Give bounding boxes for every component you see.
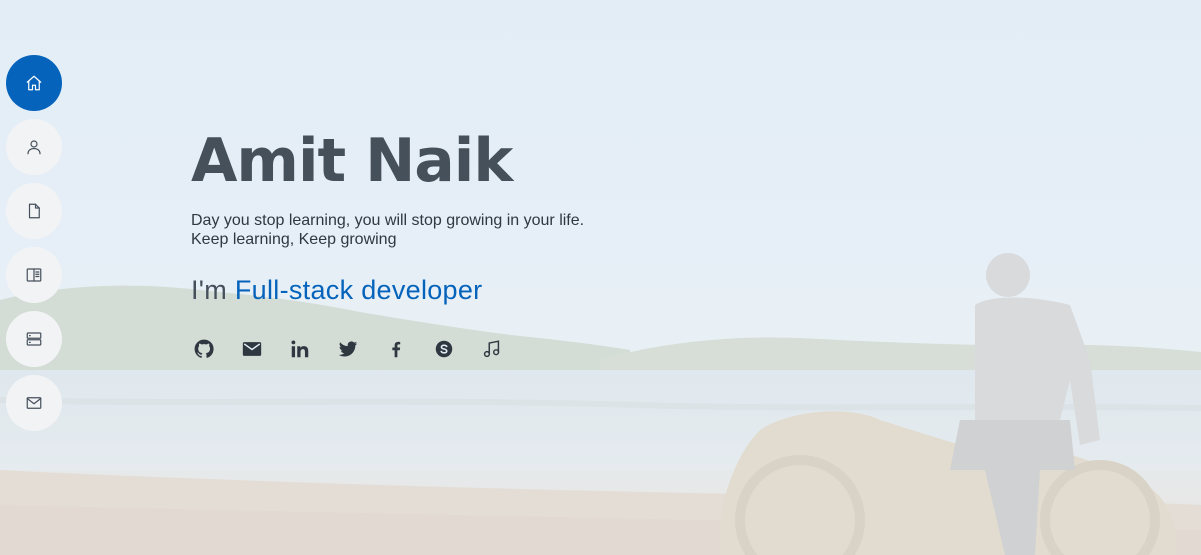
nav-home-button[interactable] xyxy=(6,55,62,111)
hero-tagline: Day you stop learning, you will stop gro… xyxy=(191,211,584,249)
twitter-icon xyxy=(338,341,358,357)
social-links xyxy=(191,336,584,362)
typed-prefix: I'm xyxy=(191,275,228,305)
server-icon xyxy=(26,332,42,346)
music-link[interactable] xyxy=(479,336,505,362)
github-link[interactable] xyxy=(191,336,217,362)
tagline-line-2: Keep learning, Keep growing xyxy=(191,231,397,248)
nav-about-button[interactable] xyxy=(6,119,62,175)
music-icon xyxy=(483,340,500,358)
file-icon xyxy=(28,203,40,219)
typed-role: Full-stack developer xyxy=(234,275,483,305)
nav-services-button[interactable] xyxy=(6,311,62,367)
hero-background-photo xyxy=(0,0,1201,555)
book-icon xyxy=(26,268,42,282)
typed-role-line: I'm Full-stack developer xyxy=(191,275,584,306)
github-icon xyxy=(194,339,214,358)
tagline-line-1: Day you stop learning, you will stop gro… xyxy=(191,212,585,229)
nav-portfolio-button[interactable] xyxy=(6,247,62,303)
hero-content: Amit Naik Day you stop learning, you wil… xyxy=(191,125,584,362)
email-link[interactable] xyxy=(239,336,265,362)
email-icon xyxy=(242,342,262,356)
facebook-link[interactable] xyxy=(383,336,409,362)
twitter-link[interactable] xyxy=(335,336,361,362)
linkedin-icon xyxy=(291,340,309,358)
envelope-icon xyxy=(26,397,42,409)
side-nav xyxy=(6,55,62,439)
skype-link[interactable] xyxy=(431,336,457,362)
nav-contact-button[interactable] xyxy=(6,375,62,431)
facebook-icon xyxy=(392,341,401,358)
linkedin-link[interactable] xyxy=(287,336,313,362)
skype-icon xyxy=(435,340,453,358)
home-icon xyxy=(26,75,42,91)
nav-resume-button[interactable] xyxy=(6,183,62,239)
hero-name: Amit Naik xyxy=(191,126,513,196)
person-icon xyxy=(27,140,41,155)
